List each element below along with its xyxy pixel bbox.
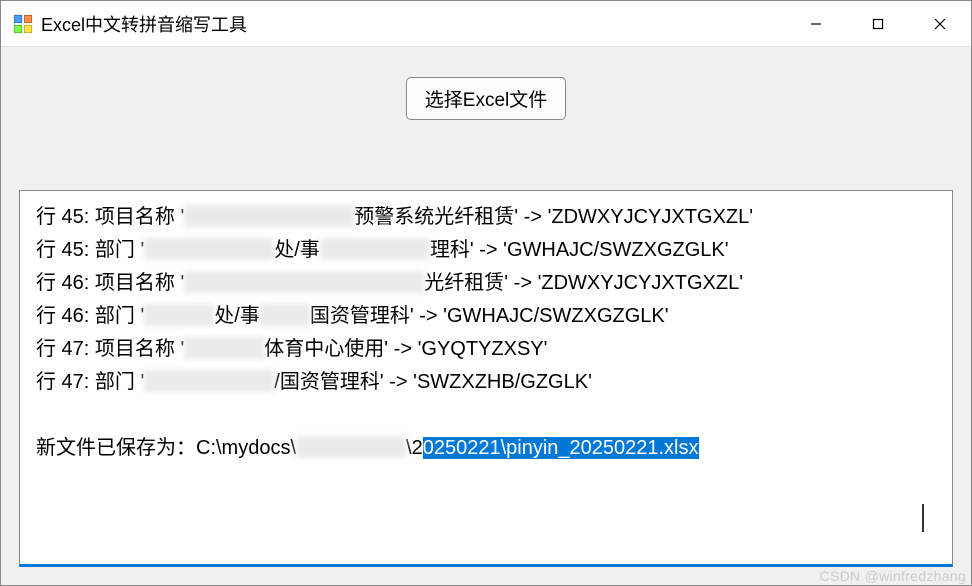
redacted-segment xyxy=(144,238,274,260)
selected-path-text[interactable]: 0250221\pinyin_20250221.xlsx xyxy=(423,437,699,459)
content-area: 选择Excel文件 行 45: 项目名称 ' 预警系统光纤租赁' -> 'ZDWX… xyxy=(1,47,971,585)
mid-text: 处/事 xyxy=(274,239,320,261)
arrow: -> xyxy=(508,272,537,294)
arrow: -> xyxy=(384,371,413,393)
close-icon xyxy=(933,17,947,31)
log-line: 行 45: 项目名称 ' 预警系统光纤租赁' -> 'ZDWXYJCYJXTGXZ… xyxy=(36,201,936,234)
app-icon xyxy=(13,14,33,34)
redacted-segment xyxy=(184,205,354,227)
row-label: 行 47: 部门 ' xyxy=(36,371,144,393)
suffix-text: /国资管理科' xyxy=(274,371,383,393)
log-line: 行 47: 部门 ' /国资管理科' -> 'SWZXZHB/GZGLK' xyxy=(36,366,936,399)
log-textarea[interactable]: 行 45: 项目名称 ' 预警系统光纤租赁' -> 'ZDWXYJCYJXTGXZ… xyxy=(19,190,953,567)
saved-prefix: 新文件已保存为：C:\mydocs\ xyxy=(36,437,296,459)
redacted-segment xyxy=(144,370,274,392)
redacted-segment xyxy=(260,304,310,326)
watermark: CSDN @winfredzhang xyxy=(820,568,966,584)
log-line: 行 46: 项目名称 ' 光纤租赁' -> 'ZDWXYJCYJXTGXZL' xyxy=(36,267,936,300)
result-text: 'ZDWXYJCYJXTGXZL' xyxy=(538,272,743,294)
suffix-text: 光纤租赁' xyxy=(424,272,508,294)
result-text: 'GYQTYZXSY' xyxy=(418,338,548,360)
text-cursor xyxy=(922,504,924,532)
result-text: 'ZDWXYJCYJXTGXZL' xyxy=(548,206,753,228)
result-text: 'GWHAJC/SWZXGZGLK' xyxy=(443,305,668,327)
arrow: -> xyxy=(474,239,503,261)
titlebar: Excel中文转拼音缩写工具 xyxy=(1,1,971,47)
app-window: Excel中文转拼音缩写工具 选择Excel文件 行 45: 项目名称 ' 预警系… xyxy=(0,0,972,586)
result-text: 'GWHAJC/SWZXGZGLK' xyxy=(503,239,728,261)
suffix-text: 国资管理科' xyxy=(310,305,414,327)
log-line: 行 46: 部门 ' 处/事 国资管理科' -> 'GWHAJC/SWZXGZGLK… xyxy=(36,300,936,333)
maximize-button[interactable] xyxy=(847,1,909,46)
minimize-button[interactable] xyxy=(785,1,847,46)
maximize-icon xyxy=(871,17,885,31)
window-controls xyxy=(785,1,971,46)
button-row: 选择Excel文件 xyxy=(19,77,953,120)
row-label: 行 46: 部门 ' xyxy=(36,305,144,327)
redacted-segment xyxy=(320,238,430,260)
row-label: 行 46: 项目名称 ' xyxy=(36,272,184,294)
row-label: 行 45: 部门 ' xyxy=(36,239,144,261)
arrow: -> xyxy=(414,305,443,327)
result-text: 'SWZXZHB/GZGLK' xyxy=(413,371,592,393)
saved-path-line: 新文件已保存为：C:\mydocs\ \20250221\pinyin_20250… xyxy=(36,432,936,465)
row-label: 行 47: 项目名称 ' xyxy=(36,338,184,360)
close-button[interactable] xyxy=(909,1,971,46)
mid-text: 处/事 xyxy=(214,305,260,327)
saved-mid: \2 xyxy=(406,437,423,459)
select-file-button[interactable]: 选择Excel文件 xyxy=(406,77,566,120)
suffix-text: 体育中心使用' xyxy=(264,338,388,360)
arrow: -> xyxy=(388,338,417,360)
row-label: 行 45: 项目名称 ' xyxy=(36,206,184,228)
arrow: -> xyxy=(518,206,547,228)
suffix-text: 预警系统光纤租赁' xyxy=(354,206,518,228)
log-line: 行 47: 项目名称 ' 体育中心使用' -> 'GYQTYZXSY' xyxy=(36,333,936,366)
log-line: 行 45: 部门 ' 处/事 理科' -> 'GWHAJC/SWZXGZGLK' xyxy=(36,234,936,267)
redacted-segment xyxy=(184,337,264,359)
blank-line xyxy=(36,399,936,432)
redacted-segment xyxy=(296,436,406,458)
minimize-icon xyxy=(809,17,823,31)
redacted-segment xyxy=(144,304,214,326)
window-title: Excel中文转拼音缩写工具 xyxy=(41,11,785,37)
redacted-segment xyxy=(184,271,424,293)
suffix-text: 理科' xyxy=(430,239,474,261)
